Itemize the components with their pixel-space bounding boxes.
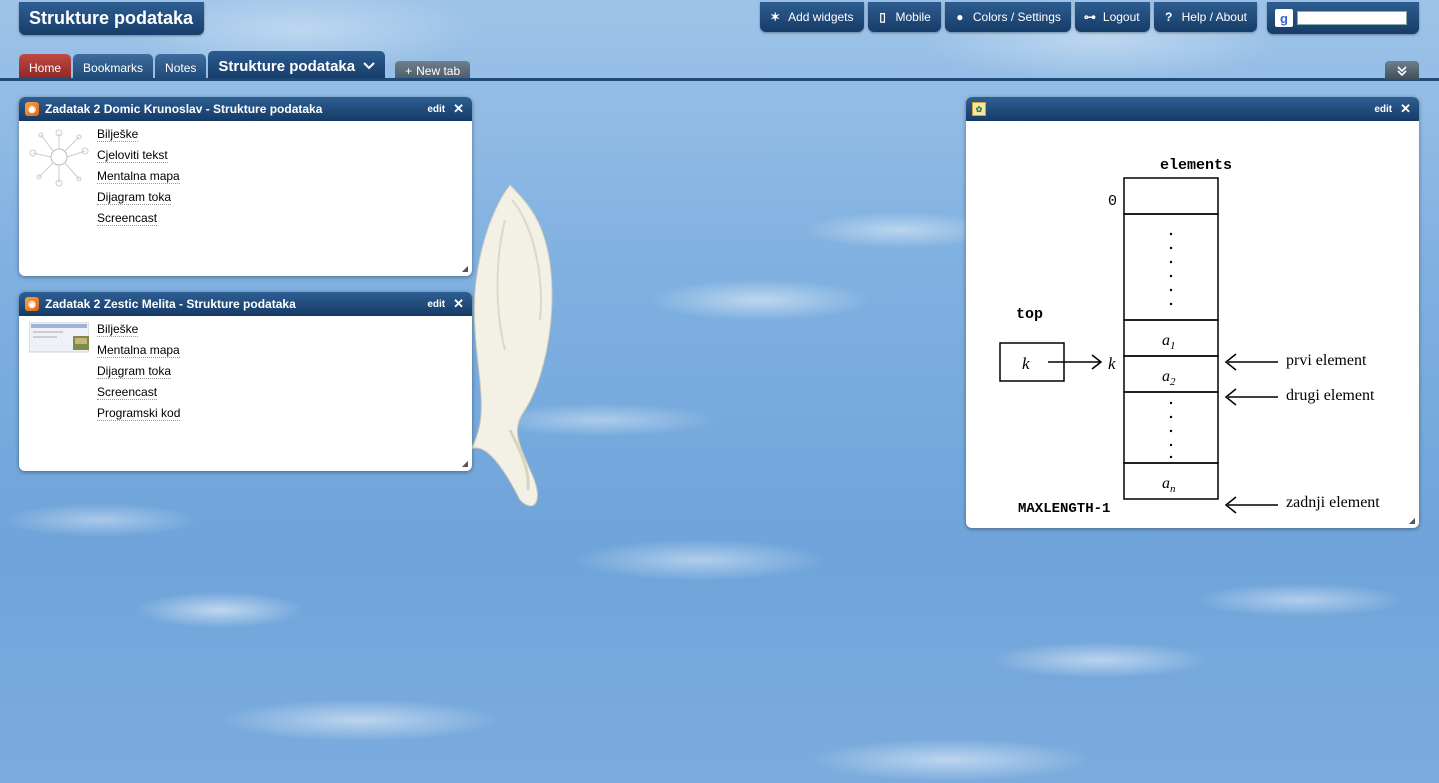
google-icon: g <box>1275 9 1293 27</box>
widget-title: Zadatak 2 Domic Krunoslav - Strukture po… <box>45 102 323 116</box>
index-k-label: k <box>1108 354 1116 373</box>
close-icon[interactable]: ✕ <box>1400 101 1411 117</box>
list-item[interactable]: Programski kod <box>97 406 181 421</box>
mind-map-thumbnail <box>29 129 89 187</box>
add-widgets-label: Add widgets <box>788 10 854 24</box>
resize-handle-icon[interactable]: ◢ <box>462 459 468 468</box>
app-title[interactable]: Strukture podataka <box>19 2 204 35</box>
stack-array-diagram: elements 0 a1 a2 an top k k MAXLENGTH-1 … <box>999 157 1380 517</box>
help-about-button[interactable]: ? Help / About <box>1153 2 1257 32</box>
widget-header[interactable]: ✿ edit ✕ <box>966 97 1419 121</box>
list-item[interactable]: Bilješke <box>97 127 139 142</box>
mobile-label: Mobile <box>895 10 931 24</box>
list-item[interactable]: Cjeloviti tekst <box>97 148 168 163</box>
logout-button[interactable]: ⊶ Logout <box>1074 2 1150 32</box>
new-tab-label: New tab <box>416 64 461 78</box>
resize-handle-icon[interactable]: ◢ <box>462 264 468 273</box>
maxlength-label: MAXLENGTH-1 <box>1018 501 1110 517</box>
list-item[interactable]: Dijagram toka <box>97 190 172 205</box>
help-icon: ? <box>1164 10 1173 24</box>
edit-button[interactable]: edit <box>427 104 445 115</box>
list-item[interactable]: Bilješke <box>97 322 139 337</box>
screenshot-thumbnail <box>29 322 89 353</box>
tab-strukture-podataka[interactable]: Strukture podataka <box>208 51 386 81</box>
elements-label: elements <box>1160 157 1232 174</box>
widget-domic-krunoslav: ◉ Zadatak 2 Domic Krunoslav - Strukture … <box>19 97 472 276</box>
edit-button[interactable]: edit <box>427 299 445 310</box>
list-item[interactable]: Mentalna mapa <box>97 169 180 184</box>
list-item[interactable]: Dijagram toka <box>97 364 172 379</box>
mobile-button[interactable]: ▯ Mobile <box>867 2 941 32</box>
close-icon[interactable]: ✕ <box>453 101 464 117</box>
widget-header[interactable]: ◉ Zadatak 2 Zestic Melita - Strukture po… <box>19 292 472 316</box>
resize-handle-icon[interactable]: ◢ <box>1409 516 1415 525</box>
image-icon: ✿ <box>972 102 986 116</box>
colors-settings-label: Colors / Settings <box>972 10 1061 24</box>
add-widgets-icon: ✶ <box>770 10 781 24</box>
index-zero-label: 0 <box>1108 193 1117 210</box>
edit-button[interactable]: edit <box>1374 104 1392 115</box>
logout-label: Logout <box>1102 10 1140 24</box>
last-element-label: zadnji element <box>1286 494 1380 511</box>
rss-icon: ◉ <box>25 297 39 311</box>
colors-settings-button[interactable]: ● Colors / Settings <box>944 2 1071 32</box>
tab-underline <box>0 78 1439 81</box>
collapse-all-button[interactable] <box>1385 61 1419 80</box>
top-label: top <box>1016 306 1043 323</box>
rss-icon: ◉ <box>25 102 39 116</box>
second-element-label: drugi element <box>1286 387 1375 404</box>
close-icon[interactable]: ✕ <box>453 296 464 312</box>
widget-header[interactable]: ◉ Zadatak 2 Domic Krunoslav - Strukture … <box>19 97 472 121</box>
tab-bookmarks[interactable]: Bookmarks <box>73 54 154 81</box>
add-widgets-button[interactable]: ✶ Add widgets <box>760 2 864 32</box>
list-item[interactable]: Screencast <box>97 211 158 226</box>
tab-bar: Home Bookmarks Notes Strukture podataka … <box>19 51 471 81</box>
key-icon: ⊶ <box>1083 10 1096 24</box>
active-tab-label: Strukture podataka <box>218 57 356 75</box>
widget-zestic-melita: ◉ Zadatak 2 Zestic Melita - Strukture po… <box>19 292 472 471</box>
link-list: Bilješke Cjeloviti tekst Mentalna mapa D… <box>97 127 180 226</box>
search-input[interactable] <box>1297 11 1407 25</box>
a2-label: a2 <box>1162 368 1176 388</box>
tab-notes[interactable]: Notes <box>155 54 207 81</box>
link-list: Bilješke Mentalna mapa Dijagram toka Scr… <box>97 322 181 421</box>
help-about-label: Help / About <box>1181 10 1247 24</box>
palette-icon: ● <box>956 10 964 24</box>
plus-icon: + <box>405 64 413 78</box>
double-chevron-down-icon <box>1397 65 1407 76</box>
an-label: an <box>1162 475 1176 495</box>
mobile-icon: ▯ <box>879 10 886 24</box>
tab-home[interactable]: Home <box>19 54 72 81</box>
google-search: g <box>1267 2 1419 34</box>
widget-image-diagram: ✿ edit ✕ elements 0 a1 a2 an top k k MAX… <box>966 97 1419 528</box>
widget-title: Zadatak 2 Zestic Melita - Strukture poda… <box>45 297 296 311</box>
first-element-label: prvi element <box>1286 352 1367 369</box>
list-item[interactable]: Mentalna mapa <box>97 343 180 358</box>
chevron-down-icon[interactable] <box>363 62 375 70</box>
top-toolbar: ✶ Add widgets ▯ Mobile ● Colors / Settin… <box>760 2 1419 34</box>
a1-label: a1 <box>1162 332 1176 352</box>
top-value-label: k <box>1022 354 1030 373</box>
list-item[interactable]: Screencast <box>97 385 158 400</box>
